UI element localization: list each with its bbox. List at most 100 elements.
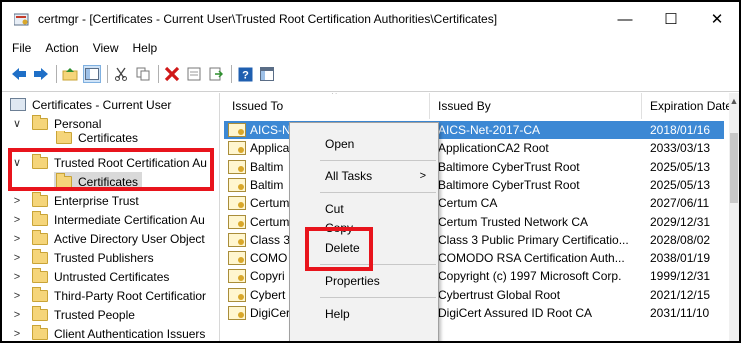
tree-item-active-directory-user-object[interactable]: > Active Directory User Object: [2, 229, 205, 248]
tree-item-personal-certificates[interactable]: Certificates: [2, 131, 138, 145]
copy-icon[interactable]: [134, 65, 152, 83]
menu-bar: File Action View Help: [2, 38, 739, 58]
certmgr-app-icon: [14, 13, 29, 26]
context-menu-cut[interactable]: Cut: [290, 198, 438, 220]
show-hide-tree-icon[interactable]: [83, 65, 101, 83]
toolbar-separator: [231, 65, 232, 83]
scrollbar-thumb[interactable]: [730, 133, 738, 203]
vertical-scrollbar[interactable]: ▲: [729, 93, 739, 341]
cell-issued-by: Baltimore CyberTrust Root: [438, 177, 580, 192]
menu-item-label: All Tasks: [325, 169, 373, 183]
tree-item-trusted-publishers[interactable]: > Trusted Publishers: [2, 248, 154, 267]
column-header-issued-by[interactable]: Issued By: [430, 93, 642, 119]
menu-file[interactable]: File: [12, 41, 31, 55]
tree-item-label: Active Directory User Object: [54, 231, 205, 246]
folder-icon: [32, 210, 48, 226]
toolbar: ?: [2, 60, 739, 88]
tree-item-third-party-root[interactable]: > Third-Party Root Certificatior: [2, 286, 206, 305]
column-header-issued-to[interactable]: Issued To ^: [224, 93, 430, 119]
cell-expiration-date: 2028/08/02: [650, 232, 711, 247]
cut-icon[interactable]: [112, 65, 130, 83]
expand-chevron-icon[interactable]: >: [12, 271, 22, 283]
expand-chevron-icon[interactable]: >: [12, 214, 22, 226]
close-button[interactable]: ✕: [694, 2, 739, 36]
tree-root-label: Certificates - Current User: [32, 97, 172, 112]
tree-item-trusted-root-certificates[interactable]: Certificates: [54, 172, 143, 191]
expand-chevron-icon[interactable]: >: [12, 252, 22, 264]
menu-item-label: Open: [325, 137, 355, 151]
tree-item-client-authentication-issuers[interactable]: > Client Authentication Issuers: [2, 324, 205, 341]
cell-expiration-date: 2021/12/15: [650, 287, 711, 302]
certificate-icon: [228, 159, 246, 174]
folder-icon: [32, 267, 48, 283]
menu-view[interactable]: View: [93, 41, 119, 55]
tree-item-label: Certificates: [78, 131, 139, 145]
tree-item-trusted-root[interactable]: ∨ Trusted Root Certification Au: [2, 153, 207, 172]
context-menu-help[interactable]: Help: [290, 303, 438, 325]
folder-icon: [32, 229, 48, 245]
tree-item-enterprise-trust[interactable]: > Enterprise Trust: [2, 191, 139, 210]
scroll-up-icon[interactable]: ▲: [729, 93, 739, 109]
context-menu-open[interactable]: Open: [290, 133, 438, 155]
cell-issued-by: DigiCert Assured ID Root CA: [438, 306, 593, 320]
toolbar-separator: [56, 65, 57, 83]
context-menu-properties[interactable]: Properties: [290, 270, 438, 292]
column-header-expiration-date[interactable]: Expiration Date: [642, 93, 732, 119]
toolbar-separator: [158, 65, 159, 83]
console-tree: Certificates - Current User ∨ Personal C…: [2, 93, 220, 341]
expand-chevron-icon[interactable]: >: [12, 328, 22, 340]
menu-action[interactable]: Action: [45, 41, 78, 55]
folder-icon: [32, 153, 48, 169]
folder-icon: [56, 172, 72, 188]
toolbar-separator: [107, 65, 108, 83]
certificates-store-icon: [10, 98, 26, 111]
window-title: certmgr - [Certificates - Current User\T…: [38, 12, 498, 26]
menu-item-label: Copy: [325, 221, 354, 235]
folder-icon: [32, 286, 48, 302]
expand-chevron-icon[interactable]: >: [12, 233, 22, 245]
forward-icon[interactable]: [32, 65, 50, 83]
expand-chevron-icon[interactable]: >: [12, 309, 22, 321]
tree-root[interactable]: Certificates - Current User: [10, 95, 171, 114]
tree-item-untrusted-certificates[interactable]: > Untrusted Certificates: [2, 267, 169, 286]
minimize-button[interactable]: —: [602, 2, 648, 36]
submenu-arrow-icon: >: [419, 170, 426, 182]
properties-icon[interactable]: [185, 65, 203, 83]
export-icon[interactable]: [207, 65, 225, 83]
expand-chevron-icon[interactable]: ∨: [12, 117, 22, 130]
folder-icon: [32, 191, 48, 207]
cell-issued-by: Certum Trusted Network CA: [438, 214, 589, 229]
folder-icon: [32, 114, 48, 130]
svg-text:?: ?: [242, 69, 249, 81]
context-menu-all-tasks[interactable]: All Tasks >: [290, 165, 438, 187]
menu-help[interactable]: Help: [133, 41, 158, 55]
menu-separator: [320, 297, 436, 298]
tree-item-label: Trusted Publishers: [54, 250, 154, 265]
menu-separator: [320, 192, 436, 193]
up-folder-icon[interactable]: [61, 65, 79, 83]
cell-expiration-date: 2025/05/13: [650, 159, 711, 174]
context-menu-copy[interactable]: Copy: [290, 221, 438, 235]
sort-indicator-icon: ^: [332, 93, 337, 100]
window: certmgr - [Certificates - Current User\T…: [0, 0, 741, 343]
console-icon[interactable]: [258, 65, 276, 83]
menu-item-label: Properties: [325, 274, 380, 288]
back-icon[interactable]: [10, 65, 28, 83]
menu-separator: [320, 160, 436, 161]
tree-item-label: Personal: [54, 116, 102, 131]
tree-item-label: Intermediate Certification Au: [54, 212, 205, 227]
help-icon[interactable]: ?: [236, 65, 254, 83]
delete-icon[interactable]: [163, 65, 181, 83]
cell-expiration-date: 2018/01/16: [650, 123, 711, 137]
tree-item-label: Enterprise Trust: [54, 193, 139, 208]
tree-item-intermediate-ca[interactable]: > Intermediate Certification Au: [2, 210, 205, 229]
cell-expiration-date: 2027/06/11: [650, 196, 710, 211]
cell-issued-by: Class 3 Public Primary Certificatio...: [438, 232, 629, 247]
maximize-button[interactable]: ☐: [648, 2, 694, 36]
context-menu-delete[interactable]: Delete: [290, 237, 438, 259]
tree-item-label: Third-Party Root Certificatior: [54, 288, 207, 303]
expand-chevron-icon[interactable]: ∨: [12, 156, 22, 169]
expand-chevron-icon[interactable]: >: [12, 290, 22, 302]
tree-item-trusted-people[interactable]: > Trusted People: [2, 305, 135, 324]
expand-chevron-icon[interactable]: >: [12, 195, 22, 207]
